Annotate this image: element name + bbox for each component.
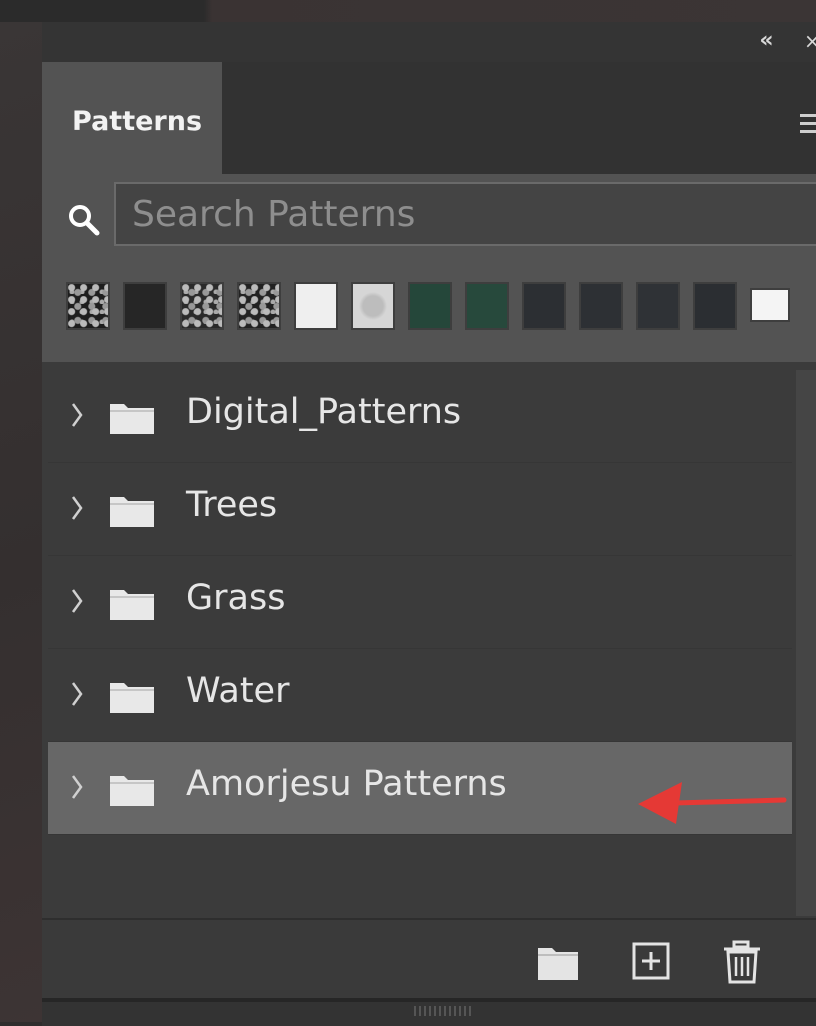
folder-icon (110, 683, 154, 713)
workspace-top-edge (0, 0, 816, 22)
search-input[interactable] (114, 182, 816, 246)
swatch-light-gray[interactable] (351, 282, 395, 330)
collapse-panel-icon[interactable]: « (750, 28, 780, 54)
chevron-right-icon[interactable] (70, 586, 84, 616)
swatch-noise-2[interactable] (180, 282, 224, 330)
annotation-arrow-icon (638, 782, 787, 824)
tab-strip: Patterns (42, 62, 816, 174)
pattern-group-row[interactable]: Grass (48, 556, 792, 649)
close-panel-icon[interactable]: × (804, 30, 816, 52)
chevron-right-icon[interactable] (70, 493, 84, 523)
new-pattern-icon[interactable] (630, 940, 674, 984)
pattern-group-label: Water (186, 671, 290, 711)
tab-patterns-label: Patterns (72, 106, 203, 137)
swatch-charcoal-3[interactable] (636, 282, 680, 330)
tab-patterns[interactable]: Patterns (42, 62, 222, 174)
resize-grip[interactable] (414, 1006, 474, 1016)
pattern-group-label: Digital_Patterns (186, 392, 462, 432)
swatch-noise-3[interactable] (237, 282, 281, 330)
swatch-dark-1[interactable] (123, 282, 167, 330)
swatch-green-2[interactable] (465, 282, 509, 330)
pattern-group-row[interactable]: Trees (48, 463, 792, 556)
chevron-right-icon[interactable] (70, 400, 84, 430)
pattern-groups-list: Digital_Patterns Trees Grass Water Amorjesu … (48, 370, 792, 835)
recent-swatches (66, 282, 816, 338)
search-icon (69, 205, 100, 236)
new-group-folder-icon[interactable] (536, 940, 580, 984)
pattern-group-row[interactable]: Digital_Patterns (48, 370, 792, 463)
folder-icon (110, 497, 154, 527)
chevron-right-icon[interactable] (70, 772, 84, 802)
swatch-white-2[interactable] (750, 288, 790, 322)
pattern-group-label: Grass (186, 578, 286, 618)
patterns-panel: « × Patterns Digital_Patterns Trees Grass W… (42, 22, 816, 1026)
folder-icon (110, 590, 154, 620)
swatch-white[interactable] (294, 282, 338, 330)
swatch-charcoal-1[interactable] (522, 282, 566, 330)
panel-header: « × (42, 22, 816, 62)
swatch-noise-1[interactable] (66, 282, 110, 330)
folder-icon (110, 776, 154, 806)
panel-content (42, 174, 816, 384)
swatch-charcoal-2[interactable] (579, 282, 623, 330)
panel-menu-icon[interactable] (800, 114, 816, 138)
swatch-charcoal-4[interactable] (693, 282, 737, 330)
trash-icon[interactable] (720, 940, 764, 984)
pattern-group-label: Amorjesu Patterns (186, 764, 507, 804)
folder-icon (110, 404, 154, 434)
pattern-groups-list-area: Digital_Patterns Trees Grass Water Amorjesu … (42, 362, 816, 918)
pattern-group-label: Trees (186, 485, 278, 525)
panel-footer (42, 918, 816, 1000)
pattern-group-row[interactable]: Amorjesu Patterns (48, 742, 792, 835)
scrollbar-track[interactable] (796, 370, 816, 916)
pattern-group-row[interactable]: Water (48, 649, 792, 742)
swatch-green-1[interactable] (408, 282, 452, 330)
chevron-right-icon[interactable] (70, 679, 84, 709)
